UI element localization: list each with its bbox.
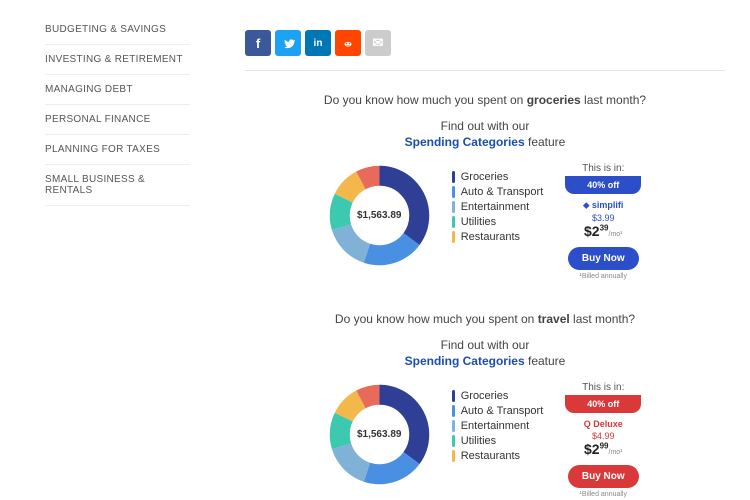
- sidebar: BUDGETING & SAVINGS INVESTING & RETIREME…: [0, 0, 190, 498]
- legend: Groceries Auto & Transport Entertainment Ut…: [452, 382, 544, 462]
- donut-chart: $1,563.89: [327, 163, 432, 268]
- promo-link-line: Spending Categories feature: [245, 354, 725, 368]
- discount-badge: 40% off: [565, 395, 641, 413]
- legend-swatch-icon: [452, 201, 455, 213]
- promo-subtext: Find out with our: [245, 119, 725, 133]
- promo-question: Do you know how much you spent on travel…: [245, 312, 725, 326]
- legend-swatch-icon: [452, 450, 455, 462]
- promo-question: Do you know how much you spent on grocer…: [245, 93, 725, 107]
- donut-chart: $1,563.89: [327, 382, 432, 487]
- spending-categories-link[interactable]: Spending Categories: [405, 135, 525, 149]
- sidebar-item-budgeting[interactable]: BUDGETING & SAVINGS: [45, 15, 190, 45]
- donut-center-value: $1,563.89: [327, 382, 432, 487]
- legend-label: Groceries: [461, 171, 509, 183]
- legend-label: Restaurants: [461, 450, 520, 462]
- legend-swatch-icon: [452, 420, 455, 432]
- legend-swatch-icon: [452, 216, 455, 228]
- discount-badge: 40% off: [565, 176, 641, 194]
- product-name: ⬥ simplifi: [563, 200, 643, 211]
- buy-now-button[interactable]: Buy Now: [568, 465, 639, 488]
- sidebar-item-personal-finance[interactable]: PERSONAL FINANCE: [45, 105, 190, 135]
- card-heading: This is in:: [563, 163, 643, 174]
- billing-note: ¹Billed annually: [563, 491, 643, 498]
- legend-item: Utilities: [452, 216, 544, 228]
- share-bar: f in ✉: [245, 30, 725, 71]
- legend-item: Auto & Transport: [452, 186, 544, 198]
- legend-label: Groceries: [461, 390, 509, 402]
- sidebar-item-investing[interactable]: INVESTING & RETIREMENT: [45, 45, 190, 75]
- promo-subtext: Find out with our: [245, 338, 725, 352]
- legend-item: Groceries: [452, 171, 544, 183]
- buy-now-button[interactable]: Buy Now: [568, 247, 639, 270]
- sidebar-item-small-business[interactable]: SMALL BUSINESS & RENTALS: [45, 165, 190, 206]
- reddit-icon[interactable]: [335, 30, 361, 56]
- legend-label: Auto & Transport: [461, 405, 544, 417]
- main-content: f in ✉ Do you know how much you spent on…: [190, 0, 750, 498]
- legend-swatch-icon: [452, 231, 455, 243]
- legend-label: Restaurants: [461, 231, 520, 243]
- billing-note: ¹Billed annually: [563, 273, 643, 280]
- card-heading: This is in:: [563, 382, 643, 393]
- twitter-icon[interactable]: [275, 30, 301, 56]
- legend-item: Groceries: [452, 390, 544, 402]
- promo-link-line: Spending Categories feature: [245, 135, 725, 149]
- product-name: Q Deluxe: [563, 419, 643, 429]
- old-price: $3.99: [563, 213, 643, 223]
- product-card-deluxe: This is in: 40% off Q Deluxe $4.99 $299/…: [563, 382, 643, 498]
- legend-label: Entertainment: [461, 420, 529, 432]
- legend-item: Entertainment: [452, 201, 544, 213]
- legend-item: Restaurants: [452, 450, 544, 462]
- promo-travel: Do you know how much you spent on travel…: [245, 312, 725, 498]
- donut-center-value: $1,563.89: [327, 163, 432, 268]
- legend: Groceries Auto & Transport Entertainment Ut…: [452, 163, 544, 243]
- spending-categories-link[interactable]: Spending Categories: [405, 354, 525, 368]
- promo-groceries: Do you know how much you spent on grocer…: [245, 93, 725, 280]
- legend-item: Restaurants: [452, 231, 544, 243]
- legend-swatch-icon: [452, 171, 455, 183]
- legend-label: Entertainment: [461, 201, 529, 213]
- legend-swatch-icon: [452, 405, 455, 417]
- sidebar-item-taxes[interactable]: PLANNING FOR TAXES: [45, 135, 190, 165]
- legend-label: Utilities: [461, 435, 496, 447]
- legend-label: Utilities: [461, 216, 496, 228]
- legend-item: Auto & Transport: [452, 405, 544, 417]
- legend-item: Utilities: [452, 435, 544, 447]
- sidebar-item-debt[interactable]: MANAGING DEBT: [45, 75, 190, 105]
- legend-swatch-icon: [452, 435, 455, 447]
- product-card-simplifi: This is in: 40% off ⬥ simplifi $3.99 $23…: [563, 163, 643, 280]
- legend-label: Auto & Transport: [461, 186, 544, 198]
- new-price: $299/mo¹: [563, 441, 643, 457]
- linkedin-icon[interactable]: in: [305, 30, 331, 56]
- new-price: $239/mo¹: [563, 223, 643, 239]
- facebook-icon[interactable]: f: [245, 30, 271, 56]
- legend-swatch-icon: [452, 186, 455, 198]
- old-price: $4.99: [563, 431, 643, 441]
- legend-item: Entertainment: [452, 420, 544, 432]
- email-icon[interactable]: ✉: [365, 30, 391, 56]
- legend-swatch-icon: [452, 390, 455, 402]
